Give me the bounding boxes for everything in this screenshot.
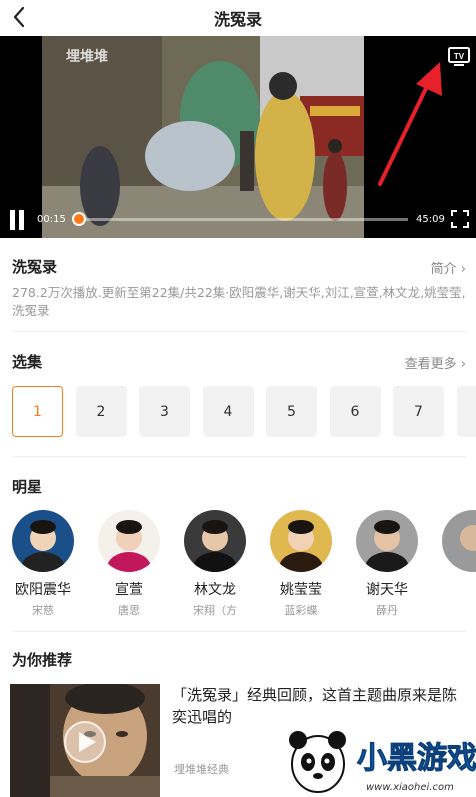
divider xyxy=(12,331,466,332)
top-bar: 洗冤录 xyxy=(0,0,476,36)
show-info-header: 洗冤录 简介 › xyxy=(12,256,466,278)
star-role: 宋翔（方 xyxy=(193,604,237,617)
stars-header: 明星 xyxy=(12,476,466,498)
episode-item-partial[interactable] xyxy=(456,386,476,437)
video-watermark: 埋堆堆 xyxy=(66,49,108,65)
episode-item[interactable]: 4 xyxy=(202,386,254,437)
star-name: 宣萱 xyxy=(115,582,143,598)
view-more-link[interactable]: 查看更多 › xyxy=(405,353,466,372)
star-role: 蓝彩蝶 xyxy=(284,604,318,617)
show-title: 洗冤录 xyxy=(12,258,58,276)
fullscreen-icon[interactable] xyxy=(451,210,469,228)
chevron-right-icon: › xyxy=(460,262,466,277)
episodes-title: 选集 xyxy=(12,353,43,371)
site-logo: 小黑游戏 www.xiaohei.com xyxy=(282,724,476,797)
progress-track[interactable] xyxy=(74,218,408,221)
episode-list: 1234567 xyxy=(12,386,476,438)
recommend-thumbnail[interactable] xyxy=(10,684,160,797)
episode-item[interactable]: 1 xyxy=(12,386,63,437)
current-time: 00:15 xyxy=(37,214,66,225)
page-title: 洗冤录 xyxy=(213,10,262,29)
chevron-right-icon: › xyxy=(460,357,466,372)
avatar xyxy=(12,510,74,572)
avatar xyxy=(442,510,476,572)
avatar xyxy=(270,510,332,572)
episodes-header: 选集 查看更多 › xyxy=(12,351,466,373)
svg-text:小黑游戏: 小黑游戏 xyxy=(357,741,476,776)
star-card-partial[interactable] xyxy=(428,510,476,572)
recommend-header: 为你推荐 xyxy=(12,649,466,671)
divider xyxy=(12,631,466,632)
show-description: 278.2万次播放.更新至第22集/共22集·欧阳震华,谢天华,刘江,宣萱,林文… xyxy=(12,285,466,318)
total-time: 45:09 xyxy=(416,214,445,225)
recommend-video-title[interactable]: 「洗冤录」经典回顾，这首主题曲原来是陈奕迅唱的 xyxy=(172,684,470,728)
avatar xyxy=(98,510,160,572)
annotation-arrow xyxy=(378,62,442,186)
star-name: 谢天华 xyxy=(366,582,408,598)
star-card[interactable]: 姚莹莹 蓝彩蝶 xyxy=(256,510,346,618)
star-name: 姚莹莹 xyxy=(280,582,322,598)
star-list: 欧阳震华 宋慈 宣萱 唐思 林文龙 宋翔（方 姚莹莹 蓝彩蝶 谢天华 薛丹 xyxy=(12,510,476,620)
svg-text:TV: TV xyxy=(454,52,465,61)
star-card[interactable]: 宣萱 唐思 xyxy=(84,510,174,618)
episode-item[interactable]: 7 xyxy=(393,386,444,437)
tv-cast-icon[interactable]: TV xyxy=(447,47,471,67)
star-card[interactable]: 谢天华 薛丹 xyxy=(342,510,432,618)
star-card[interactable]: 林文龙宋翔（方 xyxy=(170,510,260,618)
intro-link[interactable]: 简介 › xyxy=(431,258,466,277)
divider xyxy=(12,456,466,457)
avatar xyxy=(356,510,418,572)
star-role: 薛丹 xyxy=(376,604,398,617)
recommend-video-source: 埋堆堆经典 xyxy=(174,763,229,776)
episode-item[interactable]: 6 xyxy=(329,386,381,437)
avatar xyxy=(184,510,246,572)
star-name: 林文龙 xyxy=(194,582,236,598)
stars-title: 明星 xyxy=(12,478,43,496)
episode-item[interactable]: 5 xyxy=(266,386,317,437)
star-role: 宋慈 xyxy=(32,604,54,617)
pause-icon[interactable] xyxy=(8,210,26,230)
svg-text:www.xiaohei.com: www.xiaohei.com xyxy=(366,782,454,793)
episode-item[interactable]: 3 xyxy=(139,386,190,437)
star-name: 欧阳震华 xyxy=(15,582,71,598)
episode-item[interactable]: 2 xyxy=(75,386,127,437)
star-card[interactable]: 欧阳震华 宋慈 xyxy=(12,510,88,618)
recommend-title: 为你推荐 xyxy=(12,651,73,669)
star-role: 唐思 xyxy=(118,604,140,617)
